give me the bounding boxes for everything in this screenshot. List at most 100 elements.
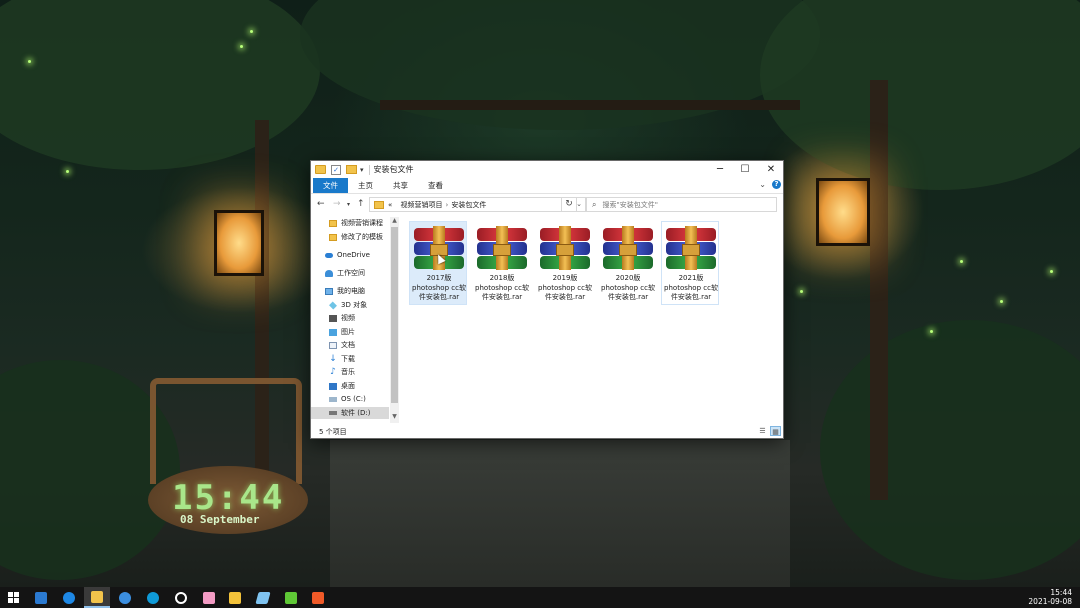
file-list: 2017版 photoshop cc软 件安装包.rar 2018版 photo… xyxy=(403,217,781,423)
taskbar: 15:44 2021-09-08 xyxy=(0,587,1080,608)
globe-icon xyxy=(119,591,131,604)
pictures-icon xyxy=(329,328,337,336)
sidebar-item-onedrive[interactable]: OneDrive xyxy=(325,249,370,261)
taskbar-yellow-app[interactable] xyxy=(222,587,248,608)
folder-icon xyxy=(374,200,384,209)
music-icon: ♪ xyxy=(330,366,336,377)
sidebar-item-3d-objects[interactable]: 3D 对象 xyxy=(329,299,367,311)
taskbar-globe-app[interactable] xyxy=(112,587,138,608)
help-icon[interactable]: ? xyxy=(772,180,781,189)
left-lantern xyxy=(214,210,264,276)
sidebar-item-pictures[interactable]: 图片 xyxy=(329,326,355,338)
folder-icon xyxy=(91,590,103,603)
refresh-button[interactable]: ↻ xyxy=(561,197,577,212)
status-bar: 5 个项目 ☰ ▦ xyxy=(311,425,783,438)
taskbar-edge[interactable] xyxy=(140,587,166,608)
app-icon xyxy=(285,591,297,604)
customize-toolbar-icon[interactable]: ▾ xyxy=(360,166,364,174)
people-icon xyxy=(325,269,333,277)
taskbar-green-app[interactable] xyxy=(278,587,304,608)
scroll-down-icon[interactable]: ▼ xyxy=(390,413,399,420)
details-view-icon[interactable]: ☰ xyxy=(757,426,768,436)
sidebar-item-label: 文档 xyxy=(341,341,355,349)
sidebar-item-label: 音乐 xyxy=(341,368,355,376)
sidebar-item-modified-templates[interactable]: 修改了的模板 xyxy=(329,231,383,243)
properties-icon[interactable]: ✓ xyxy=(331,164,341,175)
desktop-clock-date: 08 September xyxy=(180,513,260,526)
file-item-2020[interactable]: 2020版 photoshop cc软 件安装包.rar xyxy=(598,221,656,305)
address-bar[interactable]: « 视频营销项目 › 安装包文件 ⌄ xyxy=(369,197,587,212)
large-icons-view-icon[interactable]: ▦ xyxy=(770,426,781,436)
address-row: ← → ▾ ↑ « 视频营销项目 › 安装包文件 ⌄ ↻ ⌕ 搜索"安装包文件" xyxy=(311,196,783,214)
file-explorer-window: ✓ ▾ 安装包文件 ─ ☐ ✕ 文件 主页 共享 查看 ⌄ ? ← → ▾ ↑ … xyxy=(310,160,784,439)
sidebar-item-music[interactable]: ♪ 音乐 xyxy=(329,366,355,378)
minimize-button[interactable]: ─ xyxy=(707,161,733,178)
tab-view[interactable]: 查看 xyxy=(418,178,453,193)
right-lantern xyxy=(816,178,870,246)
taskbar-orange-app[interactable] xyxy=(305,587,331,608)
system-time: 15:44 xyxy=(1050,588,1072,597)
taskbar-file-explorer[interactable] xyxy=(84,587,110,608)
taskbar-app-blue[interactable] xyxy=(28,587,54,608)
sidebar-item-workspace[interactable]: 工作空间 xyxy=(325,267,365,279)
file-item-2017[interactable]: 2017版 photoshop cc软 件安装包.rar xyxy=(409,221,467,305)
patio-ground xyxy=(330,440,790,587)
recent-locations-button[interactable]: ▾ xyxy=(347,201,350,208)
scroll-up-icon[interactable]: ▲ xyxy=(390,217,399,224)
breadcrumb-segment[interactable]: 视频营销项目 xyxy=(401,200,443,210)
scroll-thumb[interactable] xyxy=(391,227,398,403)
expand-ribbon-icon[interactable]: ⌄ xyxy=(759,180,766,189)
file-item-2021[interactable]: 2021版 photoshop cc软 件安装包.rar xyxy=(661,221,719,305)
file-name: 2018版 photoshop cc软 件安装包.rar xyxy=(475,274,529,301)
taskbar-pink-app[interactable] xyxy=(196,587,222,608)
sidebar-item-documents[interactable]: 文档 xyxy=(329,339,355,351)
forward-button[interactable]: → xyxy=(333,199,341,209)
search-icon: ⌕ xyxy=(592,199,597,209)
breadcrumb-segment[interactable]: 安装包文件 xyxy=(451,200,486,210)
taskbar-dell[interactable] xyxy=(168,587,194,608)
system-clock[interactable]: 15:44 2021-09-08 xyxy=(1028,588,1072,606)
chevron-down-icon[interactable]: ⌄ xyxy=(576,200,582,208)
sidebar-item-desktop[interactable]: 桌面 xyxy=(329,380,355,392)
sidebar-item-downloads[interactable]: ↓ 下载 xyxy=(329,353,355,365)
file-name: 2019版 photoshop cc软 件安装包.rar xyxy=(538,274,592,301)
file-name: 2021版 photoshop cc软 件安装包.rar xyxy=(664,274,718,301)
downloads-icon: ↓ xyxy=(329,353,337,364)
sidebar-item-label: 工作空间 xyxy=(337,269,365,277)
cloud-icon xyxy=(325,252,333,258)
tab-share[interactable]: 共享 xyxy=(383,178,418,193)
tab-file[interactable]: 文件 xyxy=(313,178,348,193)
sidebar-item-label: 视频营销课程 xyxy=(341,219,383,227)
taskbar-pen-app[interactable] xyxy=(250,587,276,608)
nav-scrollbar[interactable]: ▲ ▼ xyxy=(390,217,399,423)
sidebar-item-label: OneDrive xyxy=(337,251,370,259)
tab-home[interactable]: 主页 xyxy=(348,178,383,193)
file-item-2019[interactable]: 2019版 photoshop cc软 件安装包.rar xyxy=(535,221,593,305)
folder-icon xyxy=(329,233,337,241)
sidebar-item-os-drive[interactable]: OS (C:) xyxy=(329,393,366,405)
dell-icon xyxy=(175,591,187,604)
taskbar-search-app[interactable] xyxy=(56,587,82,608)
app-icon xyxy=(312,591,324,604)
search-input[interactable]: ⌕ 搜索"安装包文件" xyxy=(585,197,777,212)
sidebar-item-software-drive[interactable]: 软件 (D:) xyxy=(311,407,389,419)
title-bar[interactable]: ✓ ▾ 安装包文件 ─ ☐ ✕ xyxy=(311,161,783,178)
edge-browser-icon xyxy=(147,591,159,604)
ribbon-tabs: 文件 主页 共享 查看 ⌄ ? xyxy=(311,178,783,194)
up-button[interactable]: ↑ xyxy=(357,199,365,209)
start-button[interactable] xyxy=(0,587,26,608)
close-button[interactable]: ✕ xyxy=(758,161,784,178)
sidebar-item-video-course[interactable]: 视频营销课程 xyxy=(329,217,383,229)
breadcrumb-overflow[interactable]: « xyxy=(388,201,392,209)
winrar-archive-icon xyxy=(603,226,653,270)
chevron-right-icon[interactable]: › xyxy=(446,201,449,209)
breadcrumb-separator xyxy=(395,201,397,209)
sidebar-item-videos[interactable]: 视频 xyxy=(329,312,355,324)
navigation-pane: 视频营销课程 修改了的模板 OneDrive 工作空间 我的电脑 3D 对象 视… xyxy=(311,217,389,423)
windows-logo-icon xyxy=(7,592,19,603)
sidebar-item-this-pc[interactable]: 我的电脑 xyxy=(325,285,365,297)
maximize-button[interactable]: ☐ xyxy=(732,161,758,178)
back-button[interactable]: ← xyxy=(317,199,325,209)
new-folder-icon[interactable] xyxy=(346,165,357,174)
file-item-2018[interactable]: 2018版 photoshop cc软 件安装包.rar xyxy=(472,221,530,305)
